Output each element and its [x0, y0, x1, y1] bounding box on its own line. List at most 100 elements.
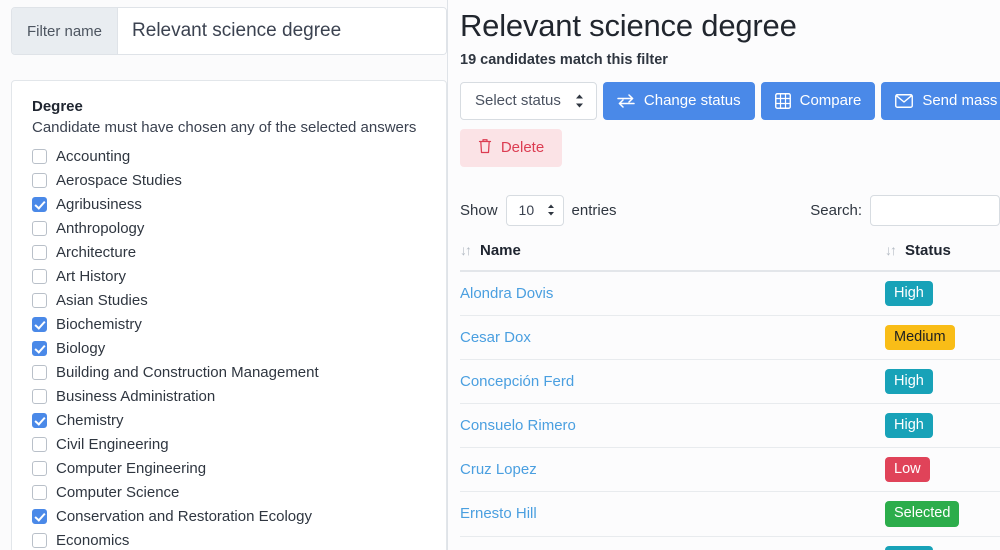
candidate-link[interactable]: Alondra Dovis — [460, 285, 553, 302]
column-header-name-label: Name — [480, 241, 521, 259]
delete-label: Delete — [500, 139, 545, 157]
degree-option-label: Accounting — [56, 147, 131, 165]
degree-option-row[interactable]: Conservation and Restoration Ecology — [32, 504, 426, 528]
cell-status: High — [885, 270, 1000, 316]
degree-option-row[interactable]: Biology — [32, 336, 426, 360]
entries-per-page-select[interactable]: 10 — [505, 194, 564, 226]
candidate-link[interactable]: Cruz Lopez — [460, 461, 537, 478]
degree-option-row[interactable]: Biochemistry — [32, 312, 426, 336]
degree-option-checkbox[interactable] — [32, 484, 47, 500]
degree-option-row[interactable]: Anthropology — [32, 216, 426, 240]
table-grid-icon — [774, 92, 791, 109]
degree-option-checkbox[interactable] — [32, 172, 47, 188]
degree-filter-card: Degree Candidate must have chosen any of… — [11, 80, 447, 550]
degree-option-checkbox[interactable] — [32, 196, 47, 212]
table-row: Concepción Ferd High — [460, 359, 1000, 405]
degree-option-row[interactable]: Computer Engineering — [32, 456, 426, 480]
filter-sidebar: Filter name Degree Candidate must have c… — [0, 0, 448, 550]
filter-name-card: Filter name — [11, 7, 447, 55]
degree-option-checkbox[interactable] — [32, 148, 47, 164]
degree-option-list: Accounting Aerospace Studies Agribusiness A… — [32, 144, 426, 550]
degree-option-row[interactable]: Aerospace Studies — [32, 168, 426, 192]
degree-option-checkbox[interactable] — [32, 268, 47, 284]
action-toolbar: Select status Change status Compare Send… — [460, 81, 1000, 120]
sort-icon: ↓↑ — [885, 242, 897, 259]
degree-option-row[interactable]: Chemistry — [32, 408, 426, 432]
degree-option-label: Architecture — [56, 243, 137, 261]
degree-option-label: Anthropology — [56, 219, 145, 237]
degree-option-label: Asian Studies — [56, 291, 148, 309]
cell-name: Alondra Dovis — [460, 270, 885, 316]
table-row: Cruz Lopez Low — [460, 447, 1000, 493]
degree-option-checkbox[interactable] — [32, 460, 47, 476]
filter-editor-screen: Filter name Degree Candidate must have c… — [0, 0, 1000, 550]
degree-option-row[interactable]: Asian Studies — [32, 288, 426, 312]
degree-option-checkbox[interactable] — [32, 220, 47, 236]
status-select[interactable]: Select status — [460, 81, 597, 120]
send-mass-email-button[interactable]: Send mass e — [881, 81, 1000, 120]
candidates-table: ↓↑ Name ↓↑ Status Alondra Dovis High Cesar… — [460, 241, 1000, 550]
degree-option-label: Computer Engineering — [56, 459, 207, 477]
search-input[interactable] — [870, 194, 1000, 226]
cell-status: High — [885, 403, 1000, 449]
show-label: Show — [460, 201, 498, 219]
chevron-updown-icon — [575, 94, 584, 108]
degree-option-checkbox[interactable] — [32, 364, 47, 380]
search-label: Search: — [810, 201, 862, 219]
table-row: Consuelo Rimero High — [460, 403, 1000, 449]
candidates-panel: Relevant science degree 19 candidates ma… — [448, 0, 1000, 550]
degree-option-label: Civil Engineering — [56, 435, 169, 453]
degree-option-checkbox[interactable] — [32, 388, 47, 404]
compare-label: Compare — [799, 92, 862, 110]
cell-name: Consuelo Rimero — [460, 403, 885, 449]
delete-button[interactable]: Delete — [460, 128, 562, 167]
table-row: Ernesto Hill Selected — [460, 491, 1000, 537]
degree-option-row[interactable]: Computer Science — [32, 480, 426, 504]
degree-option-row[interactable]: Business Administration — [32, 384, 426, 408]
degree-option-row[interactable]: Accounting — [32, 144, 426, 168]
degree-option-checkbox[interactable] — [32, 292, 47, 308]
cell-name: Cruz Lopez — [460, 447, 885, 493]
column-header-status[interactable]: ↓↑ Status — [885, 241, 1000, 272]
degree-option-checkbox[interactable] — [32, 532, 47, 548]
table-row: Cesar Dox Medium — [460, 315, 1000, 361]
degree-option-checkbox[interactable] — [32, 340, 47, 356]
degree-option-row[interactable]: Agribusiness — [32, 192, 426, 216]
degree-section-subtitle: Candidate must have chosen any of the se… — [32, 119, 417, 136]
status-badge: Low — [885, 457, 930, 483]
compare-button[interactable]: Compare — [760, 81, 876, 120]
sort-icon: ↓↑ — [460, 242, 472, 259]
degree-option-label: Biochemistry — [56, 315, 142, 333]
filter-name-input[interactable] — [118, 8, 446, 54]
degree-option-checkbox[interactable] — [32, 316, 47, 332]
table-row: Alondra Dovis High — [460, 270, 1000, 316]
cell-status: Medium — [885, 315, 1000, 361]
degree-option-label: Business Administration — [56, 387, 216, 405]
candidates-table-body: Alondra Dovis High Cesar Dox Medium Concepci… — [460, 270, 1000, 550]
change-status-button[interactable]: Change status — [602, 81, 755, 120]
candidate-link[interactable]: Concepción Ferd — [460, 373, 574, 390]
degree-option-row[interactable]: Architecture — [32, 240, 426, 264]
degree-option-row[interactable]: Civil Engineering — [32, 432, 426, 456]
degree-option-label: Conservation and Restoration Ecology — [56, 507, 312, 525]
page-title: Relevant science degree — [460, 8, 797, 43]
column-header-name[interactable]: ↓↑ Name — [460, 241, 885, 272]
degree-option-label: Building and Construction Management — [56, 363, 319, 381]
cell-name: Concepción Ferd — [460, 359, 885, 405]
degree-option-row[interactable]: Art History — [32, 264, 426, 288]
degree-option-label: Economics — [56, 531, 130, 549]
degree-option-row[interactable]: Building and Construction Management — [32, 360, 426, 384]
candidate-link[interactable]: Consuelo Rimero — [460, 417, 576, 434]
candidate-link[interactable]: Cesar Dox — [460, 329, 531, 346]
show-entries-group: Show 10 entries — [460, 194, 617, 226]
degree-option-checkbox[interactable] — [32, 412, 47, 428]
status-select-value: Select status — [475, 92, 561, 110]
candidate-link[interactable]: Ernesto Hill — [460, 505, 537, 522]
degree-option-row[interactable]: Economics — [32, 528, 426, 550]
degree-option-label: Biology — [56, 339, 106, 357]
degree-option-checkbox[interactable] — [32, 436, 47, 452]
degree-option-checkbox[interactable] — [32, 244, 47, 260]
status-badge: High — [885, 413, 933, 439]
degree-option-checkbox[interactable] — [32, 508, 47, 524]
candidates-table-head: ↓↑ Name ↓↑ Status — [460, 241, 1000, 272]
